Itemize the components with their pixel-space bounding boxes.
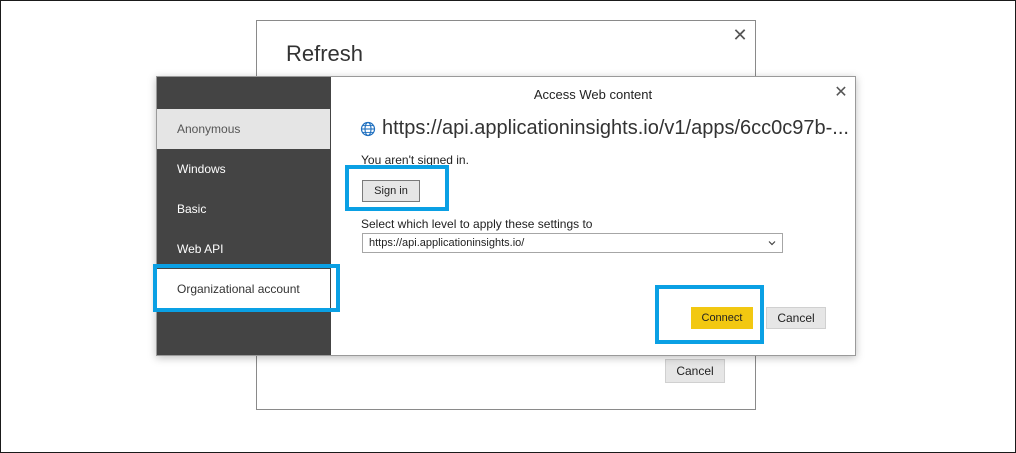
cancel-button[interactable]: Cancel (766, 307, 826, 329)
highlight-sign-in (345, 165, 449, 211)
sidebar-item-anonymous[interactable]: Anonymous (157, 109, 330, 149)
chevron-down-icon (768, 241, 776, 246)
close-icon[interactable]: ✕ (729, 24, 751, 46)
level-label: Select which level to apply these settin… (361, 217, 593, 231)
refresh-dialog-title: Refresh (286, 41, 364, 66)
highlight-organizational-account (153, 264, 340, 312)
url-row: https://api.applicationinsights.io/v1/ap… (360, 117, 849, 140)
sidebar-item-label: Anonymous (177, 122, 241, 136)
highlight-connect (655, 285, 764, 344)
globe-icon (360, 121, 376, 136)
close-icon[interactable]: ✕ (831, 83, 851, 103)
dialog-title: Access Web content (533, 87, 653, 102)
level-select-value: https://api.applicationinsights.io/ (369, 237, 525, 249)
sidebar-item-windows[interactable]: Windows (157, 149, 330, 189)
sidebar-item-basic[interactable]: Basic (157, 189, 330, 229)
url-text: https://api.applicationinsights.io/v1/ap… (382, 117, 849, 139)
refresh-cancel-button[interactable]: Cancel (665, 359, 725, 383)
sidebar-item-label: Windows (177, 162, 226, 176)
sidebar-item-web-api[interactable]: Web API (157, 229, 330, 269)
auth-method-sidebar: Anonymous Windows Basic Web API Organiza… (157, 77, 331, 355)
level-select[interactable]: https://api.applicationinsights.io/ (362, 233, 783, 253)
sidebar-item-label: Web API (177, 242, 224, 256)
sidebar-item-label: Basic (177, 202, 207, 216)
